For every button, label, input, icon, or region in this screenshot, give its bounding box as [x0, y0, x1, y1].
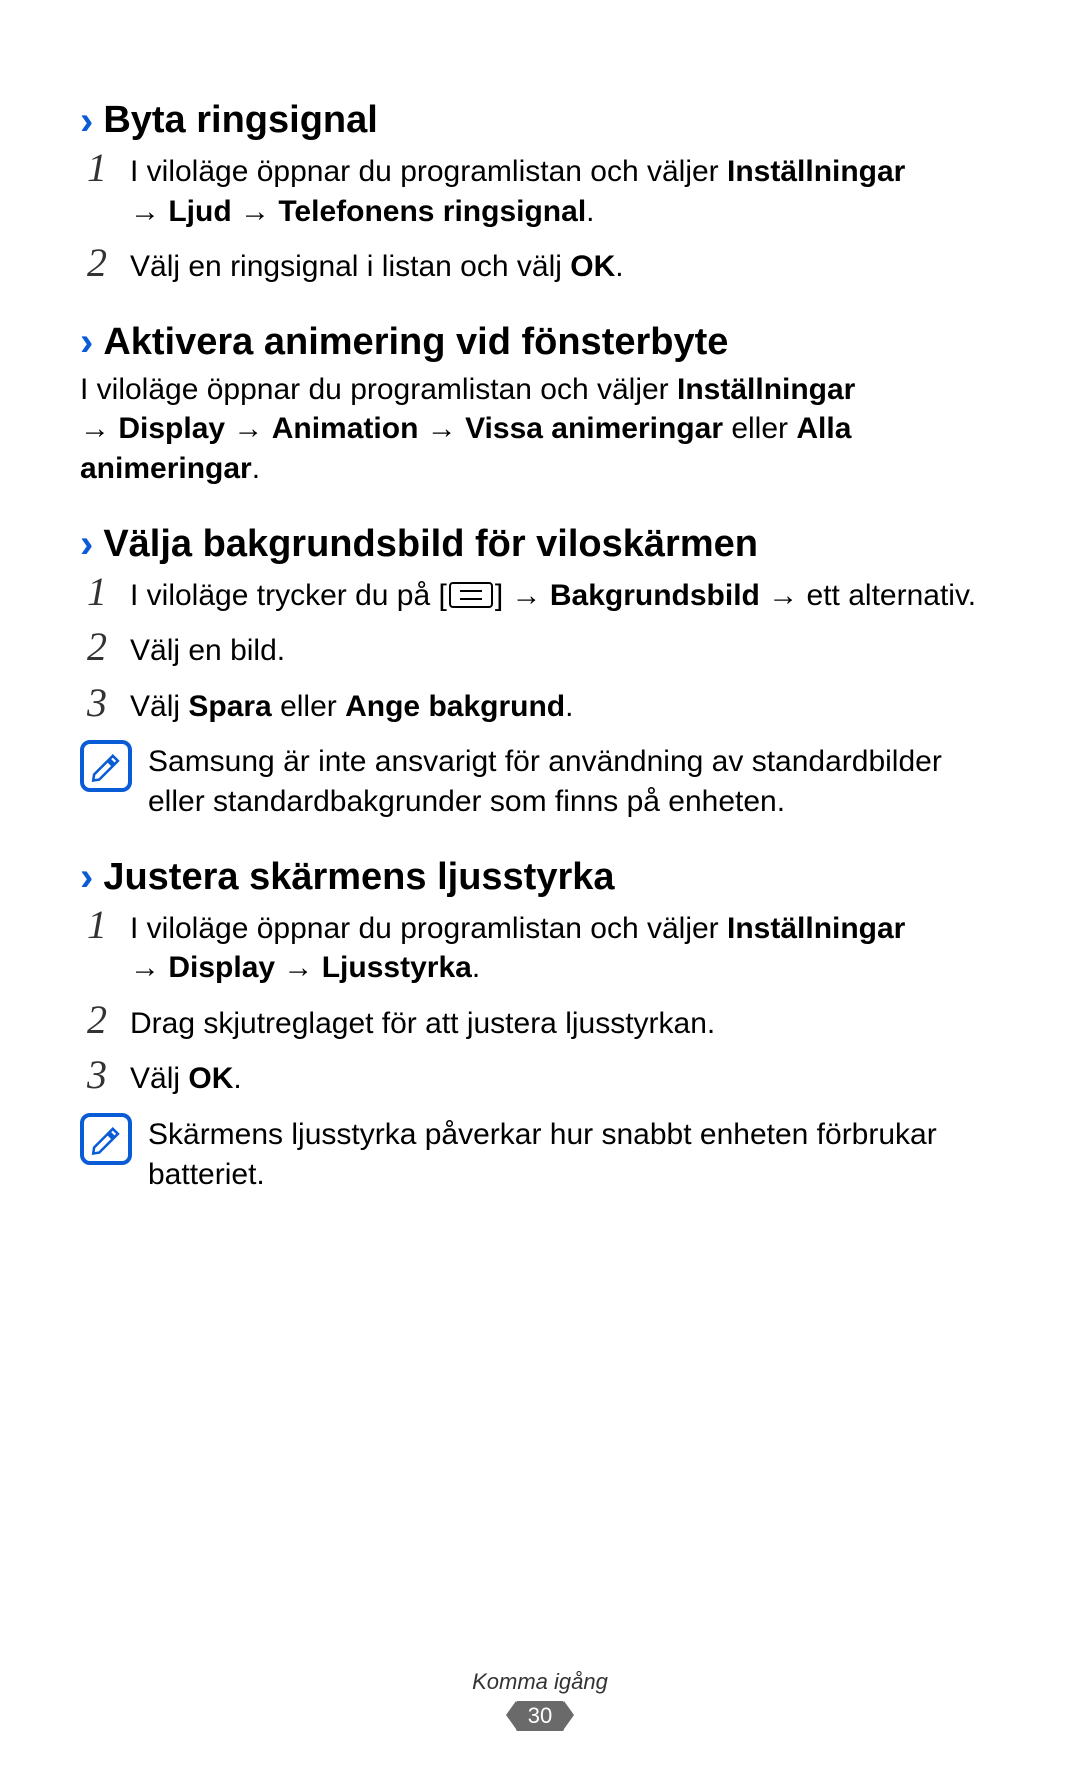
footer-section-label: Komma igång	[0, 1669, 1080, 1695]
step-text: I viloläge öppnar du programlistan och v…	[130, 148, 1000, 231]
page-number-badge: 30	[516, 1701, 564, 1731]
step-number: 1	[80, 148, 114, 188]
step-number: 2	[80, 1000, 114, 1040]
chevron-right-icon: ›	[80, 322, 93, 362]
chevron-right-icon: ›	[80, 857, 93, 897]
section-heading: › Välja bakgrundsbild för viloskärmen	[80, 523, 1000, 566]
list-item: 3 Välj Spara eller Ange bakgrund.	[80, 683, 1000, 727]
step-number: 3	[80, 683, 114, 723]
step-list: 1 I viloläge öppnar du programlistan och…	[80, 905, 1000, 1099]
list-item: 2 Välj en bild.	[80, 627, 1000, 671]
step-number: 1	[80, 572, 114, 612]
list-item: 2 Välj en ringsignal i listan och välj O…	[80, 243, 1000, 287]
section-title: Välja bakgrundsbild för viloskärmen	[103, 523, 758, 566]
list-item: 3 Välj OK.	[80, 1055, 1000, 1099]
step-text: Välj en bild.	[130, 627, 1000, 671]
step-number: 1	[80, 905, 114, 945]
step-text: I viloläge öppnar du programlistan och v…	[130, 905, 1000, 988]
section-heading: › Justera skärmens ljusstyrka	[80, 856, 1000, 899]
note-text: Skärmens ljusstyrka påverkar hur snabbt …	[148, 1113, 1000, 1194]
section-title: Byta ringsignal	[103, 99, 378, 142]
step-text: Välj Spara eller Ange bakgrund.	[130, 683, 1000, 727]
page-footer: Komma igång 30	[0, 1669, 1080, 1731]
step-text: Välj OK.	[130, 1055, 1000, 1099]
note-icon	[80, 740, 132, 792]
section-heading: › Aktivera animering vid fönsterbyte	[80, 321, 1000, 364]
chevron-right-icon: ›	[80, 524, 93, 564]
step-text: Välj en ringsignal i listan och välj OK.	[130, 243, 1000, 287]
note-block: Skärmens ljusstyrka påverkar hur snabbt …	[80, 1113, 1000, 1194]
step-number: 3	[80, 1055, 114, 1095]
step-number: 2	[80, 627, 114, 667]
list-item: 1 I viloläge öppnar du programlistan och…	[80, 148, 1000, 231]
section-title: Justera skärmens ljusstyrka	[103, 856, 614, 899]
note-block: Samsung är inte ansvarigt för användning…	[80, 740, 1000, 821]
section-heading: › Byta ringsignal	[80, 99, 1000, 142]
step-text: I viloläge trycker du på [] → Bakgrundsb…	[130, 572, 1000, 616]
list-item: 1 I viloläge öppnar du programlistan och…	[80, 905, 1000, 988]
manual-page: › Byta ringsignal 1 I viloläge öppnar du…	[0, 0, 1080, 1771]
note-text: Samsung är inte ansvarigt för användning…	[148, 740, 1000, 821]
chevron-right-icon: ›	[80, 101, 93, 141]
section-paragraph: I viloläge öppnar du programlistan och v…	[80, 370, 1000, 489]
section-title: Aktivera animering vid fönsterbyte	[103, 321, 728, 364]
note-icon	[80, 1113, 132, 1165]
step-text: Drag skjutreglaget för att justera ljuss…	[130, 1000, 1000, 1044]
step-list: 1 I viloläge öppnar du programlistan och…	[80, 148, 1000, 287]
list-item: 1 I viloläge trycker du på [] → Bakgrund…	[80, 572, 1000, 616]
step-number: 2	[80, 243, 114, 283]
menu-button-icon	[449, 582, 493, 608]
list-item: 2 Drag skjutreglaget för att justera lju…	[80, 1000, 1000, 1044]
step-list: 1 I viloläge trycker du på [] → Bakgrund…	[80, 572, 1000, 727]
